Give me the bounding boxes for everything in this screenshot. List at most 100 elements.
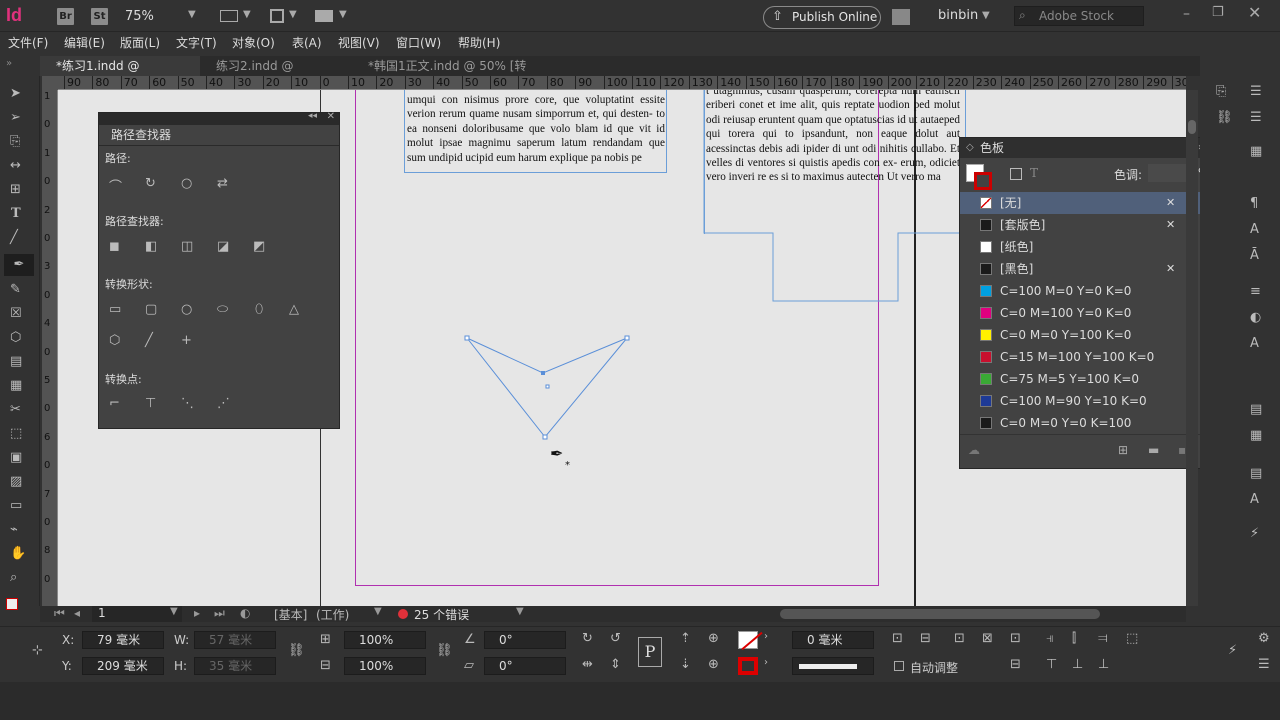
- horizontal-ruler[interactable]: 90 80 70 60 50 40 30 20 10 0 10 20 30 40 50 60 70 80 90 100…: [58, 76, 1186, 90]
- character-panel-icon[interactable]: A: [1250, 222, 1259, 237]
- table-styles-icon[interactable]: ▦: [1250, 428, 1262, 443]
- auto-fit-checkbox[interactable]: [894, 661, 904, 671]
- image-tool-icon[interactable]: ▨: [10, 474, 22, 489]
- character-styles-icon[interactable]: A: [1250, 336, 1259, 351]
- rotation-angle-field[interactable]: 0°: [484, 631, 566, 649]
- subtract-icon[interactable]: ◧: [145, 239, 157, 254]
- center-content-icon[interactable]: ⊠: [982, 631, 993, 646]
- bevel-rectangle-shape-icon[interactable]: ○: [181, 302, 192, 317]
- sync-icon[interactable]: [892, 9, 910, 25]
- swatches-toggle-icon[interactable]: ◇: [966, 138, 974, 158]
- note-tool-icon[interactable]: ▭: [10, 498, 22, 513]
- first-page-icon[interactable]: ⏮: [54, 606, 65, 621]
- add-icon[interactable]: ◼: [109, 239, 120, 254]
- swatch-row[interactable]: C=0 M=0 Y=100 K=0: [960, 324, 1222, 346]
- properties-panel-icon[interactable]: ☰: [1250, 84, 1262, 99]
- formatting-container-icon[interactable]: [1010, 168, 1022, 180]
- pages-panel-icon[interactable]: ⎘: [1216, 84, 1226, 99]
- line-tool-icon[interactable]: ╱: [10, 230, 18, 245]
- select-previous-icon[interactable]: ⇣: [680, 657, 691, 672]
- reverse-path-icon[interactable]: ⇄: [217, 176, 228, 191]
- symmetrical-point-icon[interactable]: ⋰: [217, 396, 230, 411]
- close-panel-icon[interactable]: ✕: [327, 111, 335, 122]
- line-shape-icon[interactable]: ╱: [145, 333, 153, 348]
- new-swatch-icon[interactable]: ▪: [1178, 443, 1186, 457]
- restore-icon[interactable]: ❐: [1212, 5, 1224, 20]
- rounded-rectangle-shape-icon[interactable]: ▢: [145, 302, 157, 317]
- user-name[interactable]: binbin: [938, 8, 978, 23]
- control-settings-icon[interactable]: ⚙: [1258, 631, 1270, 646]
- glyphs-panel-icon[interactable]: Ā: [1250, 248, 1259, 263]
- minus-back-icon[interactable]: ◩: [253, 239, 265, 254]
- rectangle-shape-icon[interactable]: ▭: [109, 302, 121, 317]
- y-position-field[interactable]: 209 毫米: [82, 657, 164, 675]
- rectangle-tool-icon[interactable]: ⬡: [10, 330, 21, 345]
- close-path-icon[interactable]: ○: [181, 176, 192, 191]
- stock-app-button[interactable]: St: [91, 8, 108, 25]
- plain-point-icon[interactable]: ⌐: [109, 396, 120, 411]
- swatch-row[interactable]: [套版色] ✕: [960, 214, 1222, 236]
- join-path-icon[interactable]: ⌒: [109, 176, 122, 195]
- align-center-icon[interactable]: ⫿: [1072, 631, 1076, 646]
- view-options-chevron-icon[interactable]: ▼: [243, 9, 251, 20]
- selection-tool-icon[interactable]: ➤: [10, 86, 21, 101]
- flip-horizontal-icon[interactable]: ⇹: [582, 657, 593, 672]
- pen-tool-icon[interactable]: ✒: [4, 254, 34, 276]
- layers-panel-icon[interactable]: ☰: [1250, 110, 1262, 125]
- smooth-point-icon[interactable]: ⋱: [181, 396, 194, 411]
- frame-fitting-options-icon[interactable]: ⊟: [1010, 657, 1021, 672]
- tab-practice-2[interactable]: 练习2.indd @ 25%✕: [200, 56, 350, 93]
- polygon-shape-icon[interactable]: ⬡: [109, 333, 120, 348]
- tab-korea-body[interactable]: *韩国1正文.indd @ 50% [转换]✕: [352, 56, 572, 93]
- menu-help[interactable]: 帮助(H): [458, 34, 500, 51]
- menu-layout[interactable]: 版面(L): [120, 34, 160, 51]
- scissors-tool-icon[interactable]: ✂: [10, 402, 21, 417]
- gradient-tool-icon[interactable]: ▣: [10, 450, 22, 465]
- intersect-icon[interactable]: ◫: [181, 239, 193, 254]
- vertical-ruler[interactable]: 1 0 1 0 2 0 3 0 4 0 5 0 6 0 7 0 8 0: [42, 90, 58, 606]
- scripts-panel-icon[interactable]: ⚡: [1250, 526, 1259, 541]
- shear-angle-field[interactable]: 0°: [484, 657, 566, 675]
- anchor-point[interactable]: [541, 371, 545, 375]
- panel-drag-bar[interactable]: ◂◂ ✕: [99, 111, 339, 125]
- stroke-weight-field[interactable]: 0 毫米: [792, 631, 874, 649]
- zoom-dropdown-icon[interactable]: ▼: [188, 9, 196, 20]
- menu-table[interactable]: 表(A): [292, 34, 322, 51]
- hand-tool-icon[interactable]: ✋: [10, 546, 26, 561]
- master-label[interactable]: [基本]: [274, 606, 307, 623]
- align-right-icon[interactable]: ⫤: [1098, 631, 1108, 646]
- color-panel-icon[interactable]: ◐: [1250, 310, 1261, 325]
- swatch-list[interactable]: [无] ✕ [套版色] ✕ [纸色] [黑色] ✕ C=100 M=0 Y=0 K=0 C=0 …: [960, 192, 1240, 434]
- scale-x-field[interactable]: 100%: [344, 631, 426, 649]
- user-chevron-icon[interactable]: ▼: [982, 10, 990, 21]
- triangle-shape-icon[interactable]: △: [289, 302, 299, 317]
- swatches-header[interactable]: ◇ 色板 » ☰: [960, 138, 1240, 158]
- type-tool-icon[interactable]: T: [11, 206, 21, 221]
- swatches-dock-icon[interactable]: ▦: [1250, 144, 1262, 159]
- corner-point-icon[interactable]: ⊤: [145, 396, 156, 411]
- content-aware-fit-icon[interactable]: ⊡: [1010, 631, 1021, 646]
- anchor-point[interactable]: [624, 335, 630, 341]
- control-menu-icon[interactable]: ☰: [1258, 657, 1270, 672]
- rectangle-frame-tool-icon[interactable]: ☒: [10, 306, 22, 321]
- collapse-panel-icon[interactable]: ◂◂: [308, 111, 317, 121]
- fill-swatch-icon[interactable]: [6, 598, 18, 610]
- eyedropper-tool-icon[interactable]: ⌁: [10, 522, 18, 537]
- horizontal-scrollbar[interactable]: [780, 609, 1100, 619]
- content-collector-icon[interactable]: ⊞: [10, 182, 21, 197]
- anchor-point[interactable]: [542, 434, 548, 440]
- orthogonal-line-shape-icon[interactable]: +: [181, 333, 192, 348]
- stroke-type-select[interactable]: [792, 657, 874, 675]
- swatch-row[interactable]: C=100 M=0 Y=0 K=0: [960, 280, 1222, 302]
- align-to-selection-icon[interactable]: ⬚: [1126, 631, 1138, 646]
- bridge-button[interactable]: Br: [57, 8, 74, 25]
- direct-selection-tool-icon[interactable]: ➢: [10, 110, 21, 125]
- effects-panel-icon[interactable]: A: [1250, 492, 1259, 507]
- constrain-scale-icon[interactable]: ⛓: [436, 643, 453, 658]
- view-options-icon[interactable]: [220, 10, 238, 22]
- pencil-tool-icon[interactable]: ✎: [10, 282, 21, 297]
- x-position-field[interactable]: 79 毫米: [82, 631, 164, 649]
- zoom-level[interactable]: 75%: [125, 9, 154, 24]
- height-field[interactable]: 35 毫米: [194, 657, 276, 675]
- stock-search-input[interactable]: Adobe Stock: [1014, 6, 1144, 26]
